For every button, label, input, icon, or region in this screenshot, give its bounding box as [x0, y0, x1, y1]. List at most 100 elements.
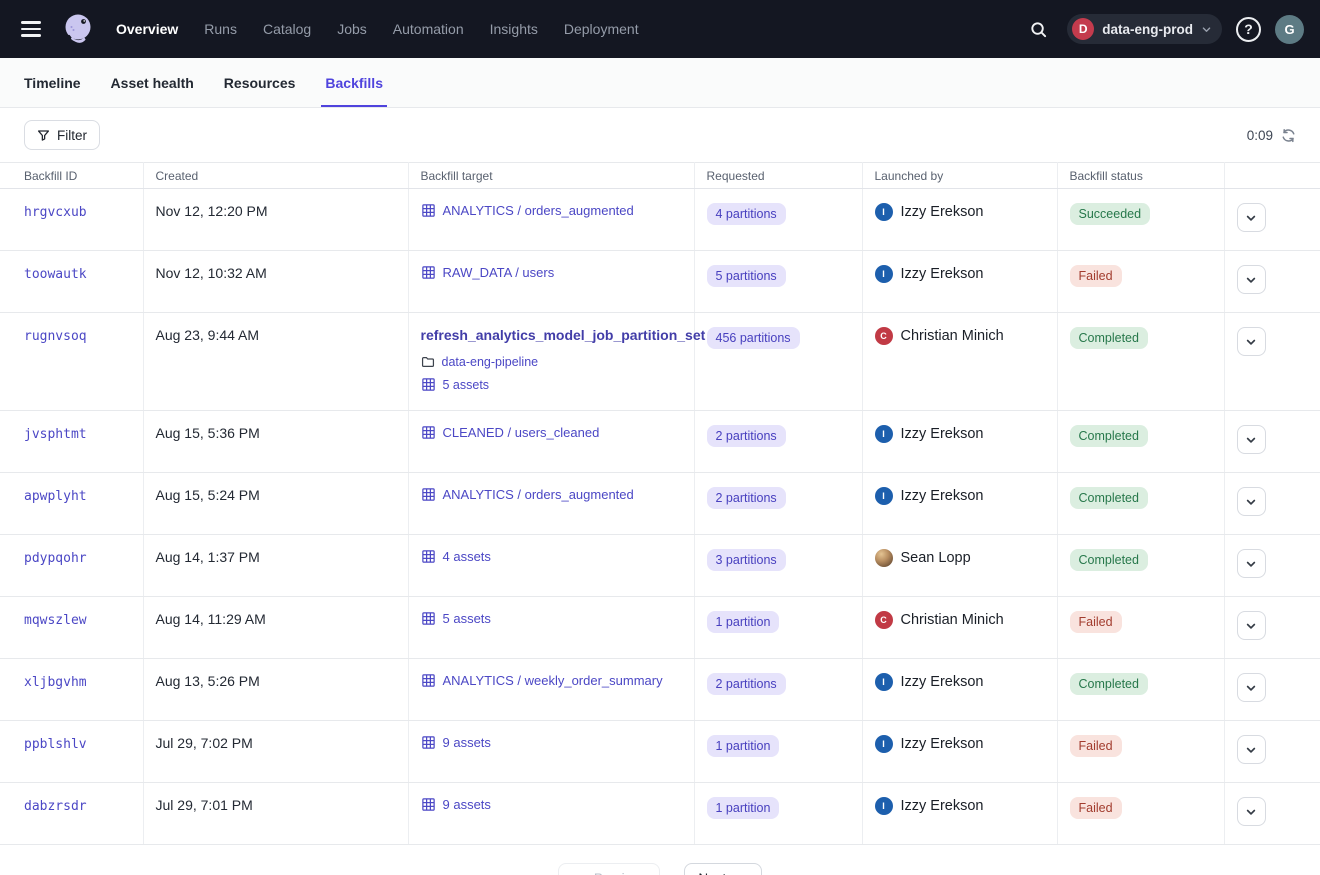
nav-item-catalog[interactable]: Catalog — [263, 21, 311, 37]
tab-backfills[interactable]: Backfills — [325, 58, 383, 107]
column-header: Requested — [694, 163, 862, 189]
requested-partitions-badge: 1 partition — [707, 735, 780, 757]
requested-partitions-badge: 3 partitions — [707, 549, 786, 571]
nav-item-runs[interactable]: Runs — [204, 21, 237, 37]
refresh-icon[interactable] — [1281, 128, 1296, 143]
help-icon[interactable]: ? — [1236, 17, 1261, 42]
next-page-button[interactable]: Next → — [684, 863, 761, 875]
column-header: Created — [143, 163, 408, 189]
user-initial-avatar: I — [875, 425, 893, 443]
row-actions-button[interactable] — [1237, 611, 1266, 640]
asset-grid-icon — [421, 487, 436, 502]
asset-grid-icon — [421, 425, 436, 440]
row-actions-button[interactable] — [1237, 549, 1266, 578]
refresh-countdown: 0:09 — [1247, 128, 1273, 143]
backfill-id-link[interactable]: hrgvcxub — [24, 205, 87, 220]
requested-partitions-badge: 2 partitions — [707, 487, 786, 509]
nav-item-automation[interactable]: Automation — [393, 21, 464, 37]
filter-button[interactable]: Filter — [24, 120, 100, 150]
user-initial-avatar: I — [875, 735, 893, 753]
backfills-table-body: hrgvcxub Nov 12, 12:20 PM ANALYTICS / or… — [0, 189, 1320, 845]
target-subline[interactable]: 5 assets — [421, 377, 682, 392]
deployment-switcher[interactable]: D data-eng-prod — [1067, 14, 1222, 44]
row-actions-button[interactable] — [1237, 735, 1266, 764]
backfill-target-link[interactable]: RAW_DATA / users — [421, 265, 682, 280]
row-actions-button[interactable] — [1237, 487, 1266, 516]
launched-by: IIzzy Erekson — [875, 425, 1045, 443]
overview-tabs: Timeline Asset health Resources Backfills — [0, 58, 1320, 108]
backfill-id-link[interactable]: apwplyht — [24, 489, 87, 504]
backfill-id-link[interactable]: pdypqohr — [24, 551, 87, 566]
launched-by: IIzzy Erekson — [875, 673, 1045, 691]
deployment-name: data-eng-prod — [1102, 22, 1193, 37]
chevron-down-icon — [1245, 558, 1257, 570]
backfill-id-link[interactable]: dabzrsdr — [24, 799, 87, 814]
tab-resources[interactable]: Resources — [224, 58, 296, 107]
status-badge: Failed — [1070, 611, 1122, 633]
status-badge: Failed — [1070, 735, 1122, 757]
chevron-down-icon — [1245, 744, 1257, 756]
menu-icon[interactable] — [14, 12, 48, 46]
backfill-target-job-link[interactable]: refresh_analytics_model_job_partition_se… — [421, 327, 682, 343]
status-badge: Completed — [1070, 487, 1148, 509]
launched-by: IIzzy Erekson — [875, 265, 1045, 283]
status-badge: Completed — [1070, 549, 1148, 571]
requested-partitions-badge: 4 partitions — [707, 203, 786, 225]
nav-item-insights[interactable]: Insights — [490, 21, 538, 37]
table-row: pdypqohr Aug 14, 1:37 PM 4 assets 3 part… — [0, 535, 1320, 597]
table-row: toowautk Nov 12, 10:32 AM RAW_DATA / use… — [0, 251, 1320, 313]
column-header: Backfill status — [1057, 163, 1224, 189]
asset-grid-icon — [421, 735, 436, 750]
tab-asset-health[interactable]: Asset health — [111, 58, 194, 107]
launched-by: IIzzy Erekson — [875, 797, 1045, 815]
previous-page-button[interactable]: ← Previous — [558, 863, 660, 875]
row-actions-button[interactable] — [1237, 673, 1266, 702]
dagster-logo-icon[interactable] — [56, 7, 100, 51]
table-row: jvsphtmt Aug 15, 5:36 PM CLEANED / users… — [0, 411, 1320, 473]
row-actions-button[interactable] — [1237, 327, 1266, 356]
backfill-target-link[interactable]: 9 assets — [421, 735, 682, 750]
chevron-down-icon — [1201, 24, 1212, 35]
backfill-id-link[interactable]: jvsphtmt — [24, 427, 87, 442]
row-actions-button[interactable] — [1237, 203, 1266, 232]
backfill-target-link[interactable]: ANALYTICS / orders_augmented — [421, 487, 682, 502]
asset-grid-icon — [421, 377, 436, 392]
search-icon[interactable] — [1023, 14, 1053, 44]
tab-timeline[interactable]: Timeline — [24, 58, 81, 107]
backfill-id-link[interactable]: toowautk — [24, 267, 87, 282]
pagination: ← Previous Next → — [0, 863, 1320, 875]
user-avatar[interactable]: G — [1275, 15, 1304, 44]
column-header: Launched by — [862, 163, 1057, 189]
backfill-target-link[interactable]: 4 assets — [421, 549, 682, 564]
backfill-id-link[interactable]: rugnvsoq — [24, 329, 87, 344]
backfill-target-link[interactable]: ANALYTICS / weekly_order_summary — [421, 673, 682, 688]
requested-partitions-badge: 2 partitions — [707, 425, 786, 447]
requested-partitions-badge: 2 partitions — [707, 673, 786, 695]
backfill-id-link[interactable]: ppblshlv — [24, 737, 87, 752]
backfill-id-link[interactable]: mqwszlew — [24, 613, 87, 628]
row-actions-button[interactable] — [1237, 425, 1266, 454]
arrow-right-icon: → — [734, 871, 748, 875]
user-initial-avatar: I — [875, 673, 893, 691]
launched-by: IIzzy Erekson — [875, 203, 1045, 221]
launched-by: CChristian Minich — [875, 611, 1045, 629]
row-actions-button[interactable] — [1237, 797, 1266, 826]
backfill-id-link[interactable]: xljbgvhm — [24, 675, 87, 690]
backfill-target-link[interactable]: 9 assets — [421, 797, 682, 812]
launched-by: IIzzy Erekson — [875, 735, 1045, 753]
backfill-target-link[interactable]: CLEANED / users_cleaned — [421, 425, 682, 440]
nav-item-overview[interactable]: Overview — [116, 21, 178, 37]
backfill-target-link[interactable]: 5 assets — [421, 611, 682, 626]
asset-grid-icon — [421, 549, 436, 564]
created-timestamp: Aug 13, 5:26 PM — [156, 673, 260, 689]
row-actions-button[interactable] — [1237, 265, 1266, 294]
nav-item-jobs[interactable]: Jobs — [337, 21, 367, 37]
backfill-target-link[interactable]: ANALYTICS / orders_augmented — [421, 203, 682, 218]
target-subline[interactable]: data-eng-pipeline — [421, 355, 682, 369]
status-badge: Failed — [1070, 265, 1122, 287]
table-row: hrgvcxub Nov 12, 12:20 PM ANALYTICS / or… — [0, 189, 1320, 251]
nav-item-deployment[interactable]: Deployment — [564, 21, 639, 37]
column-header — [1224, 163, 1320, 189]
table-row: apwplyht Aug 15, 5:24 PM ANALYTICS / ord… — [0, 473, 1320, 535]
chevron-down-icon — [1245, 620, 1257, 632]
